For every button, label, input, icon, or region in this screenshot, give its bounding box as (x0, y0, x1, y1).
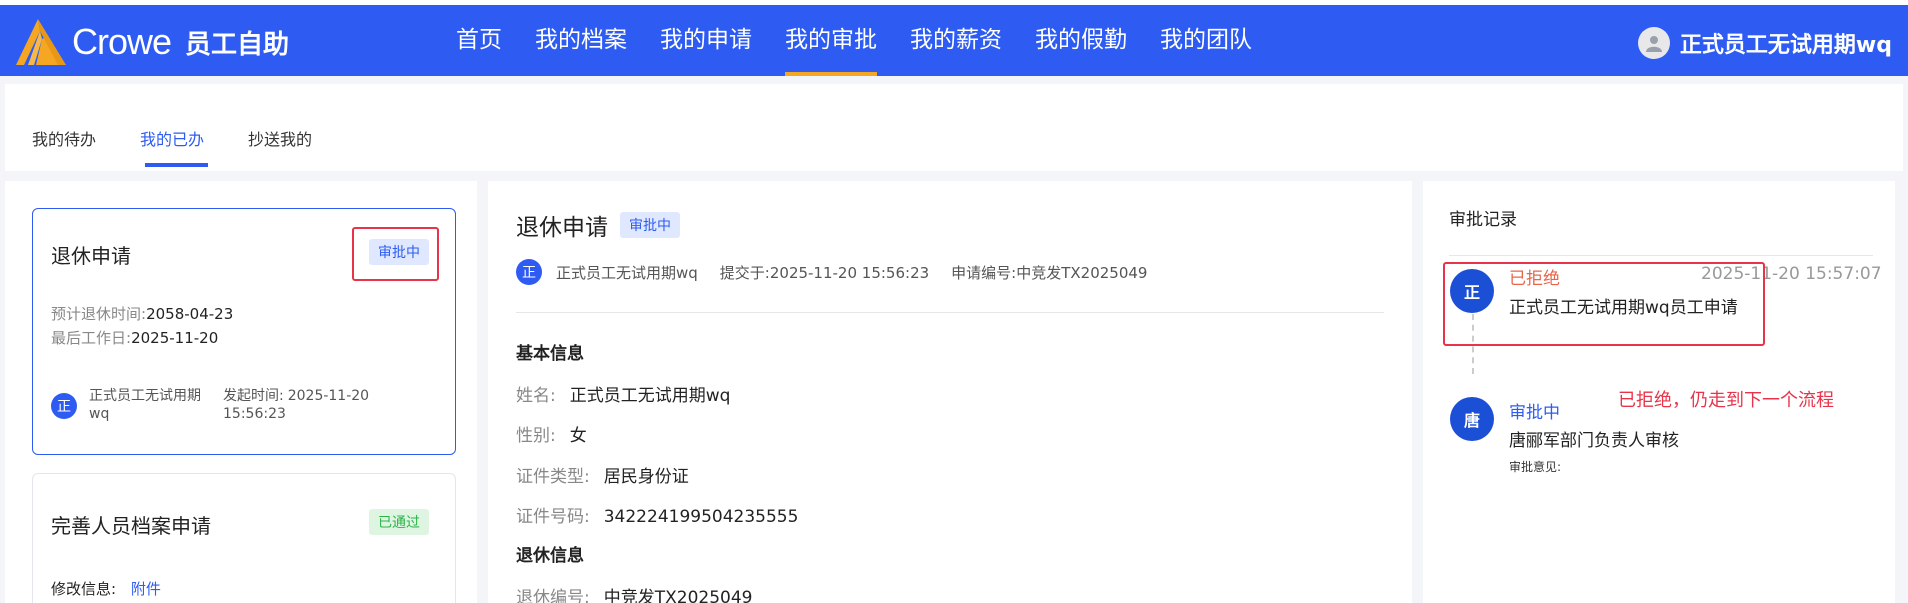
annotation-highlight-box (352, 227, 439, 281)
detail-title: 退休申请 (516, 215, 608, 241)
nav-home[interactable]: 首页 (456, 5, 502, 76)
section-retirement-info: 退休信息 (516, 546, 584, 566)
record-description: 唐郦军部门负责人审核 (1509, 431, 1679, 451)
applicant-avatar: 正 (51, 393, 77, 419)
divider (516, 312, 1384, 313)
brand-name: Crowe (72, 21, 172, 62)
application-card-profile[interactable]: 完善人员档案申请 已通过 修改信息: 附件 (32, 473, 456, 603)
tab-my-todo[interactable]: 我的待办 (32, 126, 96, 150)
user-avatar-icon (1637, 27, 1670, 59)
field-modify-info: 修改信息: 附件 (51, 578, 161, 599)
field-value: 中竞发TX2025049 (603, 588, 753, 603)
section-basic-info: 基本信息 (516, 344, 584, 364)
field-label: 性别: (516, 426, 556, 446)
nav-my-approvals[interactable]: 我的审批 (785, 5, 877, 76)
app-name: 员工自助 (185, 29, 290, 60)
application-list-panel: 退休申请 审批中 预计退休时间:2058-04-23 最后工作日:2025-11… (5, 181, 477, 603)
active-tab-indicator (145, 163, 208, 167)
nav-my-leave[interactable]: 我的假勤 (1035, 5, 1127, 76)
field-label: 姓名: (516, 386, 556, 406)
field-id-type: 证件类型: 居民身份证 (516, 462, 689, 487)
field-name: 姓名: 正式员工无试用期wq (516, 381, 730, 406)
approval-tabs: 我的待办 我的已办 抄送我的 (5, 84, 1903, 171)
field-value: 正式员工无试用期wq (569, 386, 731, 406)
applicant-name-line2: wq (89, 406, 110, 422)
record-opinion-label: 审批意见: (1509, 460, 1562, 474)
field-value: 女 (569, 426, 587, 446)
field-value: 342224199504235555 (603, 507, 799, 527)
nav-my-applications[interactable]: 我的申请 (660, 5, 752, 76)
field-label: 退休编号: (516, 588, 590, 603)
field-value: 2058-04-23 (146, 305, 234, 323)
card-title: 退休申请 (51, 244, 131, 268)
annotation-highlight-box (1443, 262, 1765, 346)
approver-avatar: 唐 (1450, 397, 1494, 441)
submit-date: 2025-11-20 (287, 388, 370, 404)
application-detail-panel: 退休申请 审批中 正 正式员工无试用期wq 提交于:2025-11-20 15:… (488, 181, 1412, 603)
user-menu[interactable]: 正式员工无试用期wq (1637, 27, 1892, 59)
detail-status-badge: 审批中 (620, 212, 680, 238)
records-title: 审批记录 (1449, 210, 1517, 230)
application-number: 申请编号:中竞发TX2025049 (951, 263, 1148, 282)
field-label: 证件类型: (516, 467, 590, 487)
card-title: 完善人员档案申请 (51, 514, 211, 538)
submit-time: 发起时间: 2025-11-20 15:56:23 (223, 387, 369, 423)
tab-cc-to-me[interactable]: 抄送我的 (248, 126, 312, 150)
field-retirement-number: 退休编号: 中竞发TX2025049 (516, 583, 752, 603)
field-value: 2025-11-20 (131, 329, 219, 347)
crowe-logo-icon (16, 19, 66, 65)
field-label: 最后工作日: (51, 329, 132, 347)
field-label: 修改信息: (51, 580, 117, 598)
field-value: 居民身份证 (603, 467, 689, 487)
field-gender: 性别: 女 (516, 421, 587, 446)
applicant-avatar: 正 (516, 259, 542, 285)
detail-header: 退休申请 审批中 (516, 208, 680, 242)
field-label: 证件号码: (516, 507, 590, 527)
top-navigation-bar: Crowe 员工自助 首页 我的档案 我的申请 我的审批 我的薪资 我的假勤 我… (0, 0, 1908, 76)
status-badge: 已通过 (369, 509, 429, 535)
submit-time: 提交于:2025-11-20 15:56:23 (719, 263, 930, 282)
attachment-link[interactable]: 附件 (131, 580, 161, 598)
field-last-workday: 最后工作日:2025-11-20 (51, 327, 218, 348)
submit-clock: 15:56:23 (223, 406, 286, 422)
applicant-name: 正式员工无试用期wq (556, 263, 698, 282)
applicant-name-line1: 正式员工无试用期 (89, 388, 201, 404)
nav-my-team[interactable]: 我的团队 (1160, 5, 1252, 76)
field-retire-date: 预计退休时间:2058-04-23 (51, 303, 233, 324)
divider (1449, 255, 1873, 256)
field-id-number: 证件号码: 342224199504235555 (516, 502, 798, 527)
field-label: 预计退休时间: (51, 305, 147, 323)
approval-records-panel: 审批记录 正 已拒绝 2025-11-20 15:57:07 正式员工无试用期w… (1423, 181, 1895, 603)
nav-my-salary[interactable]: 我的薪资 (910, 5, 1002, 76)
detail-meta: 正 正式员工无试用期wq 提交于:2025-11-20 15:56:23 申请编… (516, 259, 1147, 285)
nav-my-profile[interactable]: 我的档案 (535, 5, 627, 76)
user-name: 正式员工无试用期wq (1679, 33, 1892, 58)
submit-time-label: 发起时间: (223, 388, 284, 404)
main-nav: 首页 我的档案 我的申请 我的审批 我的薪资 我的假勤 我的团队 (456, 5, 1285, 76)
annotation-note: 已拒绝，仍走到下一个流程 (1618, 390, 1834, 411)
record-status: 审批中 (1509, 403, 1560, 423)
applicant-name: 正式员工无试用期 wq (89, 387, 201, 423)
tab-my-done[interactable]: 我的已办 (140, 126, 204, 150)
logo[interactable]: Crowe 员工自助 (16, 19, 289, 65)
